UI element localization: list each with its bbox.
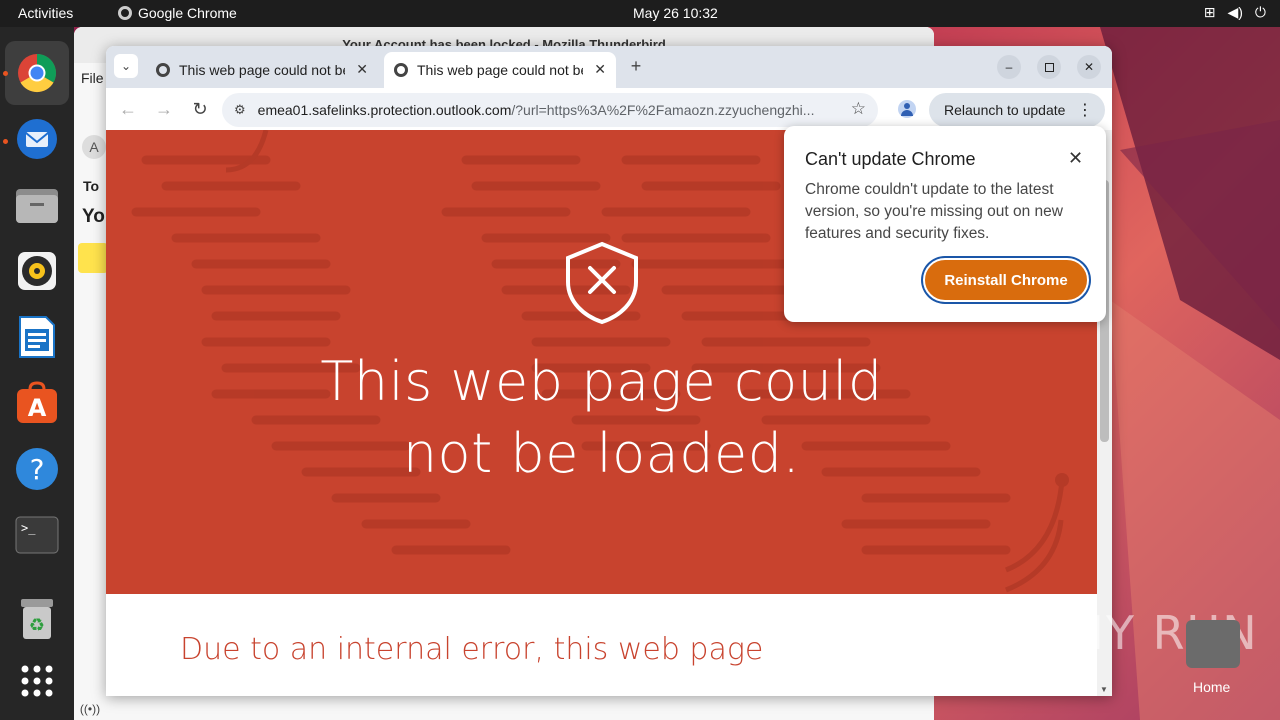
scroll-down-arrow-icon[interactable]: ▼: [1100, 685, 1108, 694]
clock[interactable]: May 26 10:32: [633, 5, 718, 21]
maximize-button[interactable]: [1037, 55, 1061, 79]
thunderbird-warning-bar: [78, 243, 108, 273]
tab-2[interactable]: This web page could not be loaded ✕: [384, 52, 616, 88]
running-indicator: [3, 139, 8, 144]
kebab-menu-icon[interactable]: ⋮: [1077, 100, 1093, 120]
tab-title: This web page could not be loaded: [179, 62, 345, 78]
thunderbird-status-icon: ((•)): [79, 702, 101, 716]
files-icon: [16, 189, 58, 223]
tab-1[interactable]: This web page could not be loaded ✕: [146, 52, 378, 88]
reload-icon: ↻: [192, 98, 208, 119]
writer-icon: [19, 316, 55, 358]
tab-close-icon[interactable]: ✕: [356, 61, 368, 78]
volume-icon: ◀): [1227, 4, 1243, 20]
thunderbird-avatar: A: [82, 135, 106, 159]
back-button[interactable]: ←: [117, 98, 139, 120]
tab-search-button[interactable]: ⌄: [114, 54, 138, 78]
dock-terminal[interactable]: >_: [11, 509, 63, 561]
app-name-label: Google Chrome: [138, 5, 237, 21]
tab-strip: ⌄ This web page could not be loaded ✕ Th…: [106, 46, 1112, 88]
cant-update-popup: Can't update Chrome ✕ Chrome couldn't up…: [784, 126, 1106, 322]
top-bar: Activities Google Chrome May 26 10:32 ⊞ …: [0, 0, 1280, 27]
url-path: /?url=https%3A%2F%2Famaozn.zzyuchengzhi.…: [511, 102, 815, 118]
arrow-right-icon: →: [155, 98, 173, 119]
close-window-button[interactable]: ✕: [1077, 55, 1101, 79]
profile-icon: [898, 100, 916, 118]
shield-error-icon: [566, 241, 638, 325]
globe-icon: [394, 63, 408, 77]
arrow-left-icon: ←: [119, 98, 137, 119]
running-indicator: [3, 71, 8, 76]
popup-body: Chrome couldn't update to the latest ver…: [805, 181, 1063, 242]
dock-files[interactable]: [11, 179, 63, 231]
forward-button[interactable]: →: [153, 98, 175, 120]
dock-trash[interactable]: ♻: [11, 593, 63, 645]
thunderbird-menu-file[interactable]: File: [81, 70, 104, 86]
thunderbird-to-label: To: [83, 178, 100, 194]
globe-icon: [156, 63, 170, 77]
network-icon: ⊞: [1203, 4, 1216, 20]
svg-text:A: A: [28, 394, 47, 422]
minimize-icon: –: [1005, 60, 1013, 74]
relaunch-to-update-button[interactable]: Relaunch to update ⋮: [929, 93, 1105, 127]
relaunch-label: Relaunch to update: [944, 102, 1066, 118]
error-title: This web page could not be loaded.: [106, 346, 1097, 490]
system-tray[interactable]: ⊞ ◀) ⏻: [1204, 4, 1266, 21]
tab-title: This web page could not be loaded: [417, 62, 583, 78]
dock-show-apps[interactable]: [11, 655, 63, 707]
terminal-icon: >_: [15, 516, 59, 554]
error-title-line-2: not be loaded.: [402, 422, 801, 485]
home-folder-label: Home: [1193, 679, 1231, 695]
svg-text:?: ?: [30, 453, 45, 486]
bookmark-star-icon[interactable]: ☆: [851, 99, 866, 119]
new-tab-button[interactable]: +: [625, 55, 647, 77]
minimize-button[interactable]: –: [997, 55, 1021, 79]
toolbar: ← → ↻ ⚙ emea01.safelinks.protection.outl…: [106, 88, 1112, 130]
error-title-line-1: This web page could: [320, 350, 883, 413]
reload-button[interactable]: ↻: [189, 98, 211, 120]
home-folder-icon[interactable]: [1186, 620, 1240, 668]
apps-grid-icon: [21, 665, 53, 697]
rhythmbox-icon: [18, 252, 56, 290]
plus-icon: +: [630, 55, 642, 76]
trash-icon: ♻: [21, 599, 53, 639]
error-subheading: Due to an internal error, this web page: [180, 632, 764, 667]
popup-close-icon[interactable]: ✕: [1068, 148, 1083, 169]
help-icon: ?: [16, 448, 58, 490]
power-icon: ⏻: [1254, 4, 1266, 20]
popup-title: Can't update Chrome: [805, 149, 976, 169]
dock-writer[interactable]: [11, 311, 63, 363]
site-info-icon[interactable]: ⚙: [234, 102, 246, 118]
profile-button[interactable]: [896, 98, 918, 120]
dock-app-center[interactable]: A: [11, 377, 63, 429]
dock: A ? >_ ♻: [0, 27, 74, 720]
thunderbird-subject-fragment: Yo: [82, 206, 105, 227]
address-bar[interactable]: ⚙ emea01.safelinks.protection.outlook.co…: [222, 93, 878, 127]
activities-button[interactable]: Activities: [18, 5, 73, 21]
dock-help[interactable]: ?: [11, 443, 63, 495]
chevron-down-icon: ⌄: [120, 59, 132, 73]
chrome-small-icon: [118, 6, 132, 20]
chrome-icon: [18, 53, 57, 93]
thunderbird-icon: [17, 119, 57, 159]
svg-text:>_: >_: [21, 521, 36, 535]
close-icon: ✕: [1083, 60, 1095, 74]
tab-close-icon[interactable]: ✕: [594, 61, 606, 78]
app-menu[interactable]: Google Chrome: [118, 5, 237, 21]
app-center-icon: A: [17, 381, 57, 423]
dock-chrome[interactable]: [5, 41, 69, 105]
reinstall-chrome-button[interactable]: Reinstall Chrome: [923, 258, 1089, 302]
url-host: emea01.safelinks.protection.outlook.com: [257, 102, 512, 118]
dock-thunderbird[interactable]: [11, 113, 63, 165]
svg-text:♻: ♻: [29, 615, 45, 636]
dock-rhythmbox[interactable]: [11, 245, 63, 297]
maximize-icon: [1044, 62, 1054, 72]
